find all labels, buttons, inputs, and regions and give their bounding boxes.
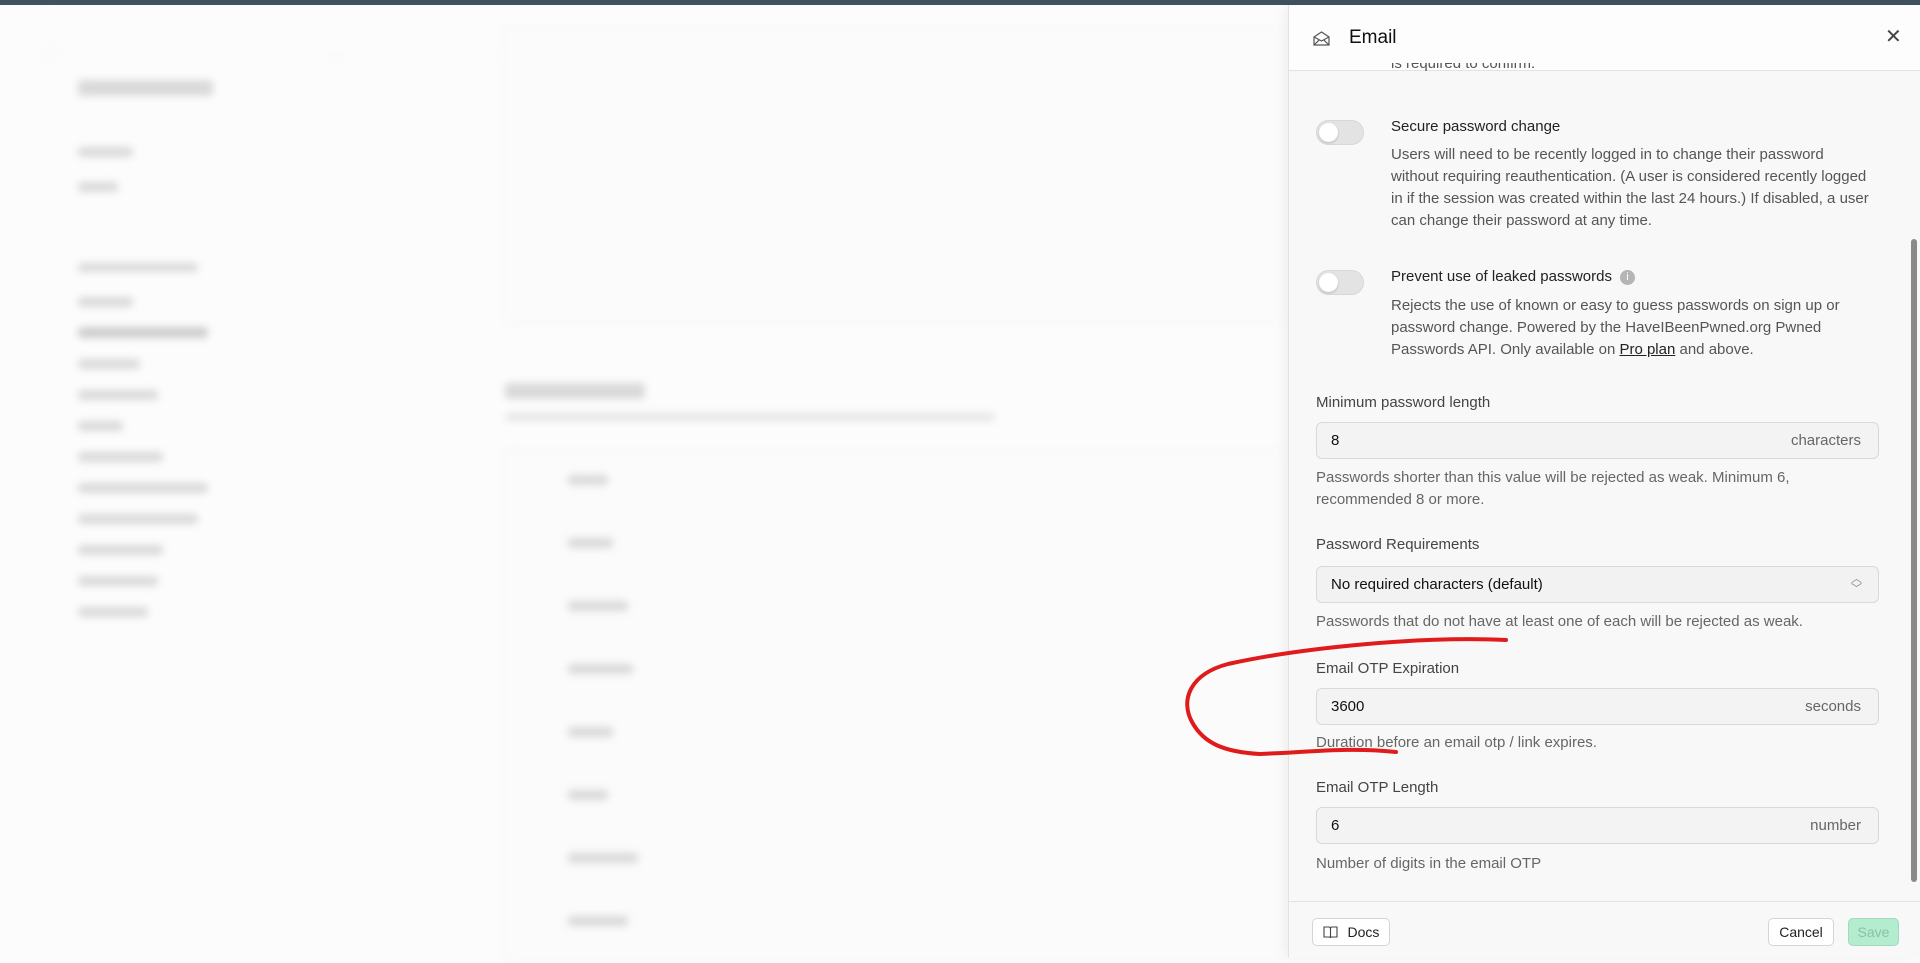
secure-password-change-description: Users will need to be recently logged in… — [1391, 146, 1869, 229]
otp-expiration-help: Duration before an email otp / link expi… — [1316, 734, 1597, 751]
requirements-help: Passwords that do not have at least one … — [1316, 613, 1803, 630]
leaked-passwords-title-text: Prevent use of leaked passwords — [1391, 268, 1612, 285]
close-icon[interactable]: ✕ — [1885, 24, 1902, 49]
otp-expiration-input[interactable]: 3600 seconds — [1316, 688, 1879, 725]
docs-button[interactable]: Docs — [1312, 918, 1390, 946]
save-button[interactable]: Save — [1848, 918, 1899, 946]
otp-length-value: 6 — [1331, 817, 1340, 834]
otp-length-unit: number — [1810, 817, 1861, 834]
otp-length-input[interactable]: 6 number — [1316, 807, 1879, 844]
leaked-passwords-title: Prevent use of leaked passwords i — [1391, 268, 1635, 285]
min-length-help: Passwords shorter than this value will b… — [1316, 469, 1790, 508]
secure-password-change-title: Secure password change — [1391, 118, 1561, 135]
panel-footer: Docs Cancel Save — [1289, 901, 1920, 958]
panel-header: Email ✕ — [1289, 5, 1920, 71]
leaked-passwords-toggle[interactable] — [1316, 270, 1364, 295]
otp-length-label: Email OTP Length — [1316, 779, 1439, 796]
min-length-unit: characters — [1790, 432, 1861, 449]
otp-expiration-value: 3600 — [1331, 698, 1365, 715]
otp-expiration-label: Email OTP Expiration — [1316, 660, 1460, 677]
requirements-select[interactable]: No required characters (default) ︿ ﹀ — [1316, 566, 1879, 603]
otp-length-help: Number of digits in the email OTP — [1316, 855, 1542, 872]
blurred-background-app — [0, 5, 1288, 963]
otp-expiration-unit: seconds — [1805, 698, 1861, 715]
leaked-desc-end: and above. — [1675, 341, 1754, 358]
info-icon[interactable]: i — [1619, 270, 1635, 285]
min-length-value: 8 — [1331, 432, 1340, 449]
panel-scrollbar[interactable] — [1909, 71, 1919, 901]
min-length-label: Minimum password length — [1316, 394, 1491, 411]
email-provider-panel: Email ✕ is required to confirm. Secure p… — [1288, 5, 1920, 958]
leaked-desc-text: Rejects the use of known or easy to gues… — [1391, 297, 1840, 358]
envelope-icon — [1313, 31, 1330, 51]
requirements-label: Password Requirements — [1316, 536, 1480, 553]
requirements-value: No required characters (default) — [1331, 576, 1543, 593]
secure-password-change-toggle[interactable] — [1316, 120, 1364, 145]
cancel-button[interactable]: Cancel — [1768, 918, 1834, 946]
book-icon — [1323, 924, 1348, 940]
pro-plan-link[interactable]: Pro plan — [1619, 341, 1675, 358]
truncated-text: is required to confirm. — [1391, 63, 1536, 72]
docs-label: Docs — [1347, 924, 1380, 940]
panel-title: Email — [1349, 27, 1397, 48]
leaked-passwords-description: Rejects the use of known or easy to gues… — [1391, 295, 1871, 361]
chevron-up-down-icon: ︿ ﹀ — [1851, 573, 1862, 595]
scrollbar-thumb[interactable] — [1911, 239, 1917, 882]
min-length-input[interactable]: 8 characters — [1316, 422, 1879, 459]
